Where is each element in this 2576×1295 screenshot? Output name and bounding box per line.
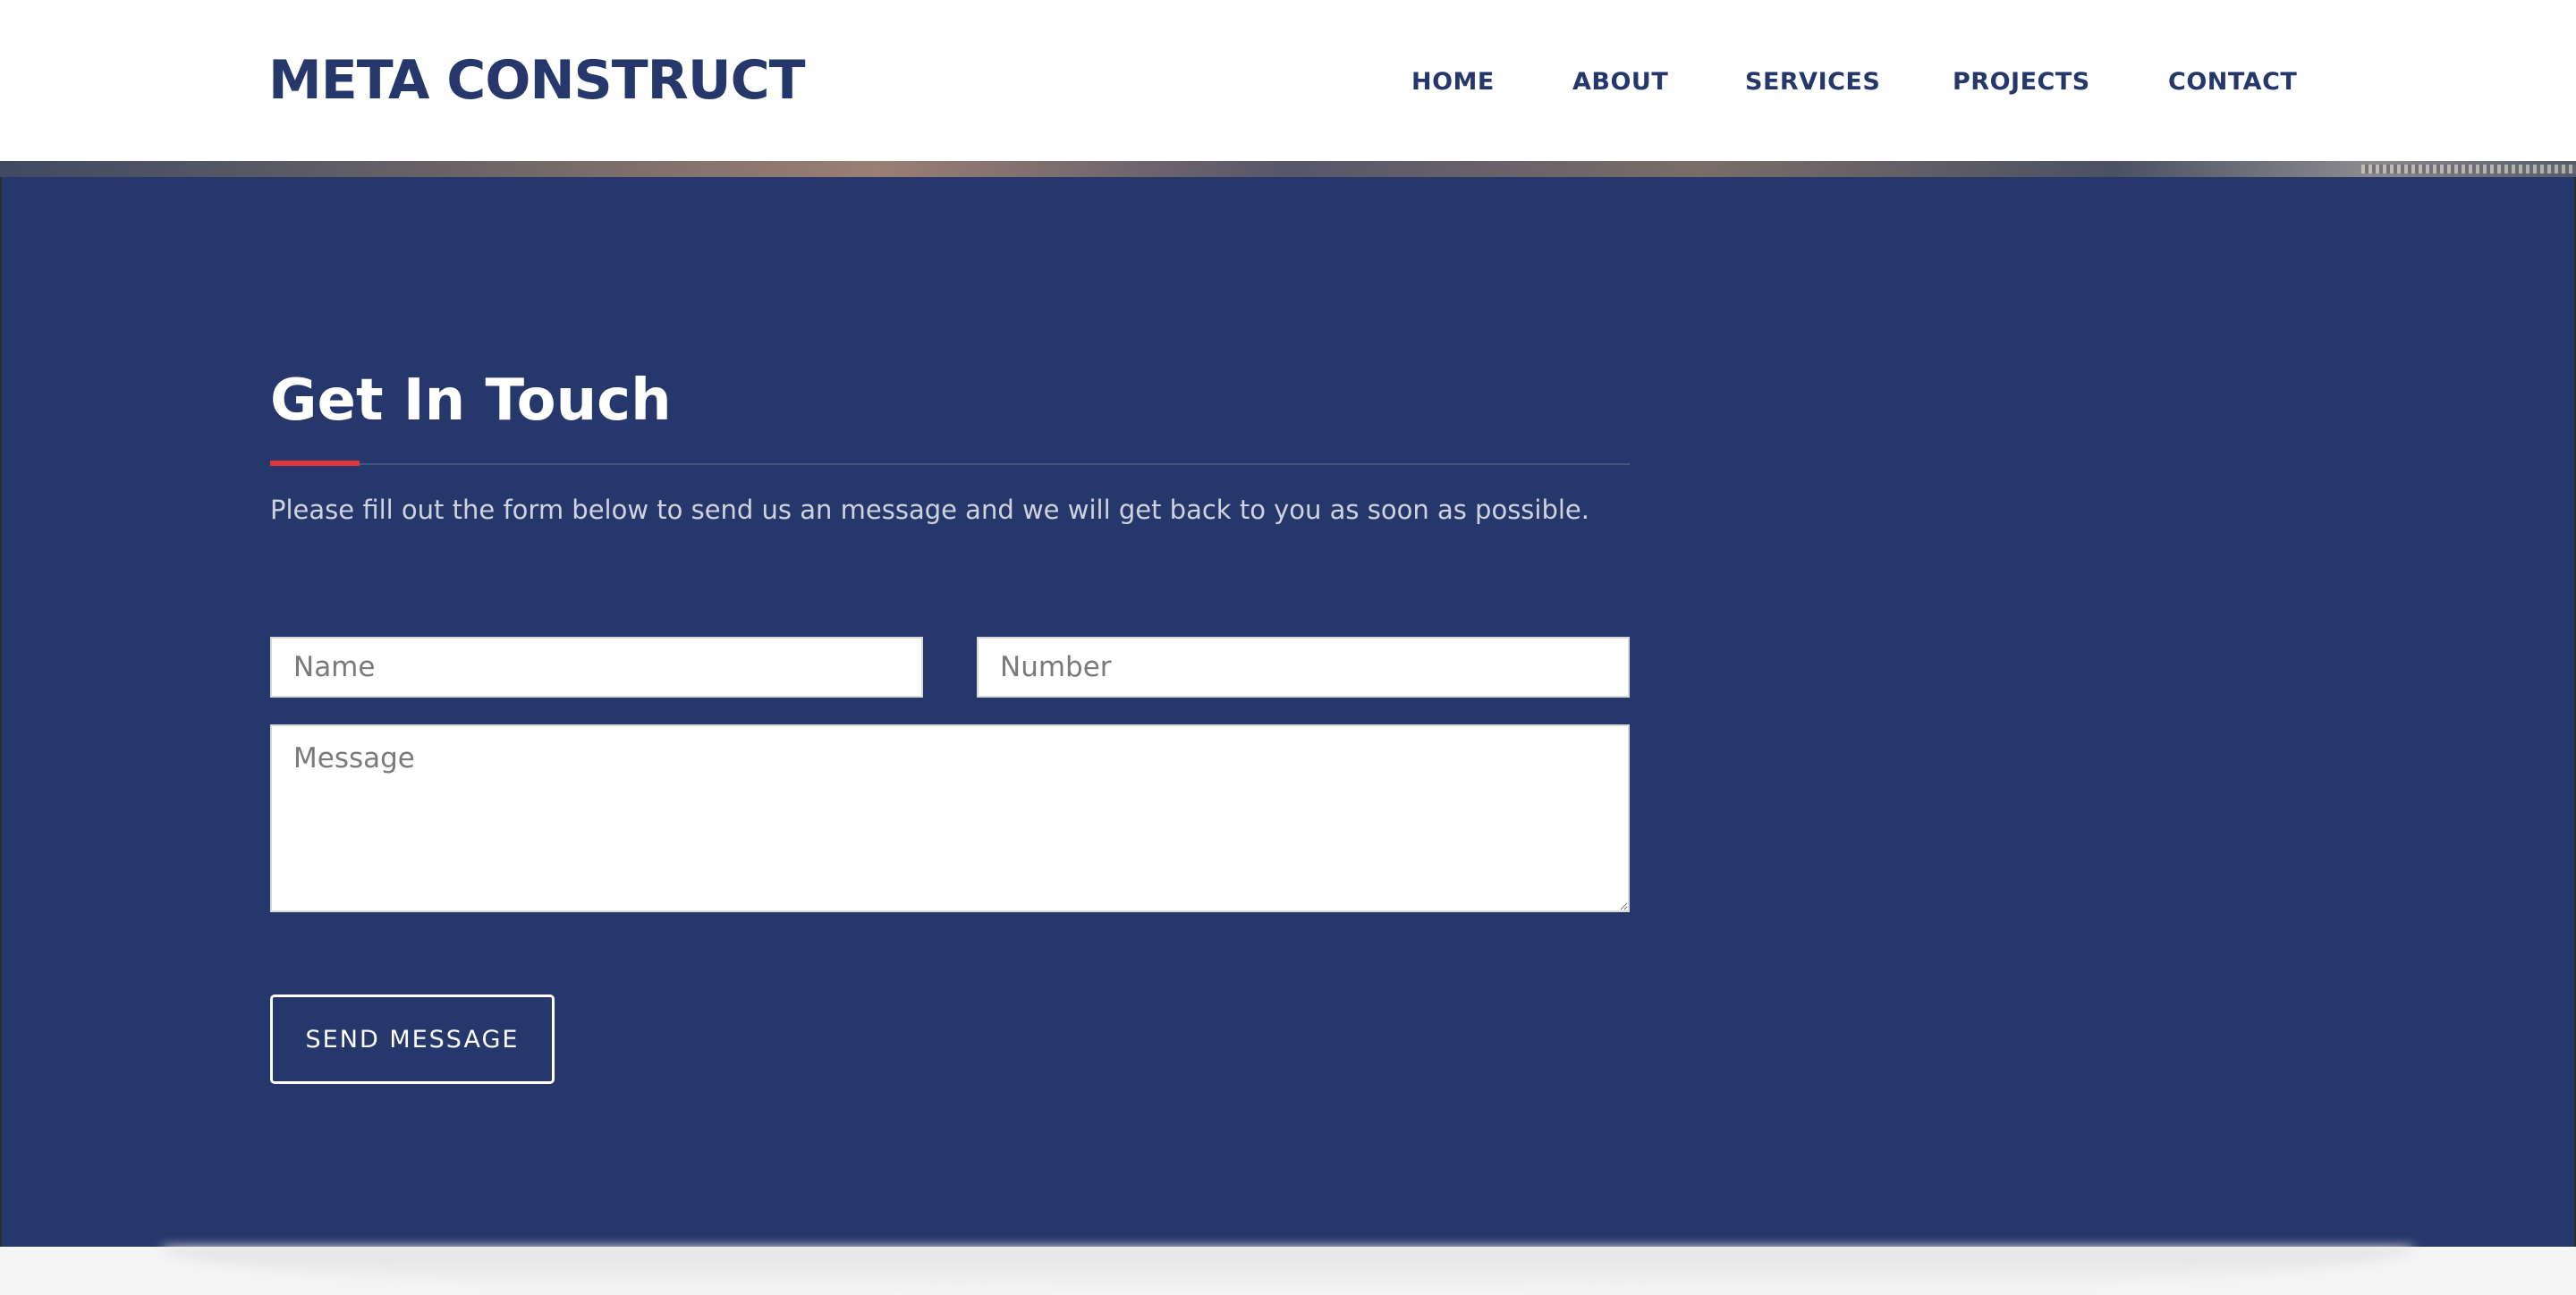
title-accent-bar [270, 461, 360, 466]
number-input[interactable] [977, 637, 1630, 698]
send-message-button[interactable]: SEND MESSAGE [270, 995, 555, 1084]
hero-image-strip [0, 161, 2576, 177]
nav-item-contact[interactable]: CONTACT [2168, 63, 2297, 102]
title-divider [270, 463, 1630, 465]
next-section [0, 1247, 2576, 1295]
section-shadow [161, 1247, 2415, 1295]
nav-item-services[interactable]: SERVICES [1745, 63, 1880, 102]
nav-item-about[interactable]: ABOUT [1572, 63, 1668, 102]
nav-item-home[interactable]: HOME [1411, 63, 1495, 102]
main-nav: HOME ABOUT SERVICES PROJECTS CONTACT [0, 63, 2576, 102]
section-title: Get In Touch [270, 368, 672, 434]
site-header: META CONSTRUCT HOME ABOUT SERVICES PROJE… [0, 0, 2576, 161]
section-description: Please fill out the form below to send u… [270, 495, 1589, 525]
nav-item-projects[interactable]: PROJECTS [1953, 63, 2090, 102]
message-textarea[interactable] [270, 724, 1630, 912]
name-input[interactable] [270, 637, 923, 698]
contact-section: Get In Touch Please fill out the form be… [0, 177, 2576, 1247]
